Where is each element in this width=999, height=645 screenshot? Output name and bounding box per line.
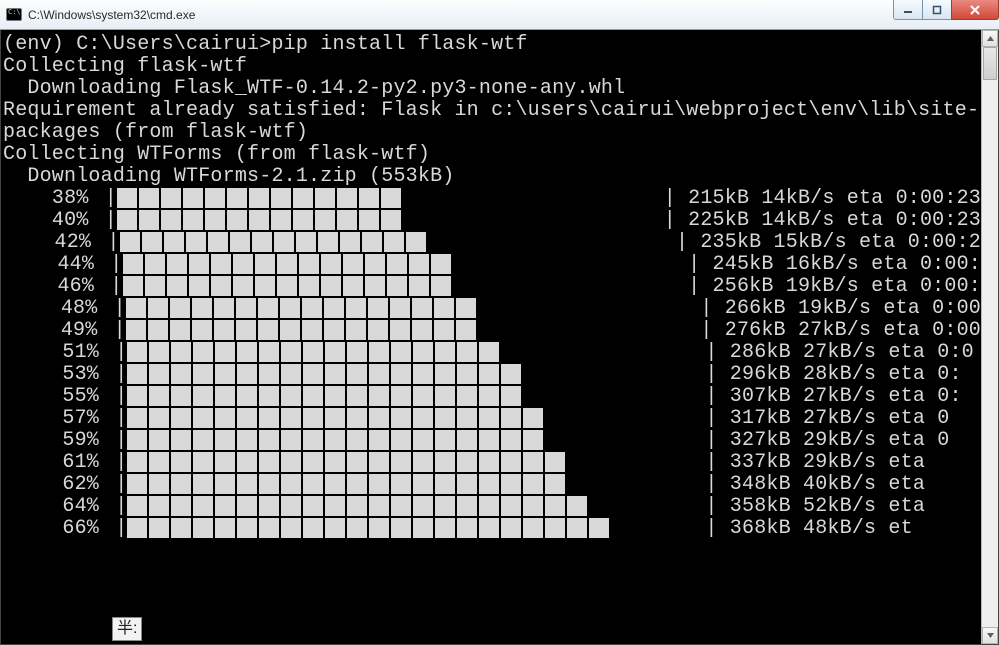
progress-bar: [127, 452, 567, 474]
progress-info: | 256kB 19kB/s eta 0:00:: [682, 276, 981, 298]
progress-percent: 57%: [3, 408, 103, 430]
progress-info: | 286kB 27kB/s eta 0:0: [699, 342, 973, 364]
progress-bar: [123, 254, 453, 276]
progress-percent: 38%: [3, 188, 93, 210]
progress-row: 59% || 327kB 29kB/s eta 0: [3, 430, 981, 452]
progress-bar: [127, 386, 523, 408]
progress-bar: [117, 210, 403, 232]
progress-percent: 40%: [3, 210, 93, 232]
scroll-down-button[interactable]: [982, 627, 998, 644]
progress-row: 49% || 276kB 27kB/s eta 0:00: [3, 320, 981, 342]
progress-bar: [126, 320, 478, 342]
progress-info: | 245kB 16kB/s eta 0:00:: [682, 254, 981, 276]
terminal-output[interactable]: (env) C:\Users\cairui>pip install flask-…: [1, 30, 981, 644]
progress-percent: 48%: [3, 298, 101, 320]
progress-percent: 62%: [3, 474, 103, 496]
progress-info: | 307kB 27kB/s eta 0:: [699, 386, 961, 408]
progress-info: | 348kB 40kB/s eta: [699, 474, 937, 496]
progress-percent: 44%: [3, 254, 98, 276]
progress-info: | 235kB 15kB/s eta 0:00:2: [670, 232, 981, 254]
progress-row: 64% || 358kB 52kB/s eta: [3, 496, 981, 518]
ime-composition[interactable]: 半:: [112, 617, 142, 641]
progress-row: 44% || 245kB 16kB/s eta 0:00:: [3, 254, 981, 276]
progress-percent: 55%: [3, 386, 103, 408]
progress-info: | 215kB 14kB/s eta 0:00:23: [658, 188, 981, 210]
progress-percent: 42%: [3, 232, 95, 254]
progress-info: | 225kB 14kB/s eta 0:00:23: [658, 210, 981, 232]
progress-percent: 46%: [3, 276, 98, 298]
terminal-line: Requirement already satisfied: Flask in …: [3, 100, 981, 122]
progress-row: 51% || 286kB 27kB/s eta 0:0: [3, 342, 981, 364]
progress-row: 42% || 235kB 15kB/s eta 0:00:2: [3, 232, 981, 254]
progress-percent: 64%: [3, 496, 103, 518]
progress-bar: [127, 496, 589, 518]
terminal-area: (env) C:\Users\cairui>pip install flask-…: [0, 30, 999, 645]
progress-row: 57% || 317kB 27kB/s eta 0: [3, 408, 981, 430]
progress-info: | 276kB 27kB/s eta 0:00: [694, 320, 981, 342]
close-button[interactable]: [951, 0, 999, 20]
progress-info: | 266kB 19kB/s eta 0:00: [694, 298, 981, 320]
terminal-line: Collecting flask-wtf: [3, 56, 981, 78]
maximize-button[interactable]: [922, 0, 952, 20]
progress-row: 66% || 368kB 48kB/s et: [3, 518, 981, 540]
progress-bar: [127, 364, 523, 386]
progress-bar: [123, 276, 453, 298]
progress-row: 38% || 215kB 14kB/s eta 0:00:23: [3, 188, 981, 210]
terminal-line: Downloading WTForms-2.1.zip (553kB): [3, 166, 981, 188]
progress-bar: [126, 298, 478, 320]
progress-bar: [127, 408, 545, 430]
progress-row: 48% || 266kB 19kB/s eta 0:00: [3, 298, 981, 320]
terminal-line: Collecting WTForms (from flask-wtf): [3, 144, 981, 166]
progress-bar: [117, 188, 403, 210]
terminal-line: Downloading Flask_WTF-0.14.2-py2.py3-non…: [3, 78, 981, 100]
progress-info: | 327kB 29kB/s eta 0: [699, 430, 949, 452]
progress-row: 61% || 337kB 29kB/s eta: [3, 452, 981, 474]
progress-bar: [127, 474, 567, 496]
progress-bar: [120, 232, 428, 254]
progress-percent: 53%: [3, 364, 103, 386]
window-title: C:\Windows\system32\cmd.exe: [28, 8, 195, 22]
cmd-icon: [6, 8, 22, 21]
progress-percent: 49%: [3, 320, 101, 342]
scroll-up-button[interactable]: [982, 30, 998, 47]
window-controls: [894, 0, 999, 20]
progress-info: | 358kB 52kB/s eta: [699, 496, 925, 518]
minimize-button[interactable]: [893, 0, 923, 20]
scroll-track[interactable]: [982, 47, 998, 627]
progress-percent: 59%: [3, 430, 103, 452]
cmd-window: C:\Windows\system32\cmd.exe (env) C:\Use…: [0, 0, 999, 645]
progress-info: | 317kB 27kB/s eta 0: [699, 408, 949, 430]
progress-info: | 337kB 29kB/s eta: [699, 452, 937, 474]
progress-bar: [127, 518, 611, 540]
scroll-thumb[interactable]: [983, 47, 997, 80]
progress-row: 40% || 225kB 14kB/s eta 0:00:23: [3, 210, 981, 232]
progress-info: | 368kB 48kB/s et: [699, 518, 912, 540]
progress-info: | 296kB 28kB/s eta 0:: [699, 364, 961, 386]
progress-percent: 51%: [3, 342, 103, 364]
terminal-line: packages (from flask-wtf): [3, 122, 981, 144]
titlebar[interactable]: C:\Windows\system32\cmd.exe: [0, 0, 999, 30]
progress-bar: [127, 342, 501, 364]
progress-row: 46% || 256kB 19kB/s eta 0:00:: [3, 276, 981, 298]
vertical-scrollbar[interactable]: [981, 30, 998, 644]
progress-percent: 61%: [3, 452, 103, 474]
progress-percent: 66%: [3, 518, 103, 540]
progress-row: 53% || 296kB 28kB/s eta 0:: [3, 364, 981, 386]
progress-row: 62% || 348kB 40kB/s eta: [3, 474, 981, 496]
progress-row: 55% || 307kB 27kB/s eta 0:: [3, 386, 981, 408]
terminal-line: (env) C:\Users\cairui>pip install flask-…: [3, 34, 981, 56]
progress-bar: [127, 430, 545, 452]
